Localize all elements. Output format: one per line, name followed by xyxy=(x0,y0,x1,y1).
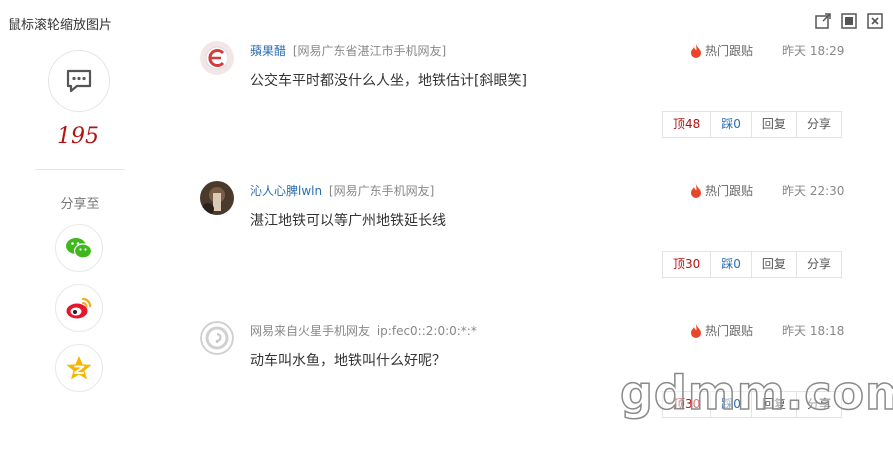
wechat-icon xyxy=(66,238,93,259)
comment-item: 蘋果醋 [网易广东省湛江市手机网友] 热门跟贴 昨天 18:29 公交车平时都没… xyxy=(200,41,845,181)
comment-count: 195 xyxy=(57,124,99,149)
reply-button[interactable]: 回复 xyxy=(751,252,797,277)
default-avatar-icon[interactable] xyxy=(200,321,234,355)
divider xyxy=(35,169,125,170)
reply-button[interactable]: 回复 xyxy=(751,392,797,417)
share-qzone-button[interactable] xyxy=(55,344,103,392)
weibo-icon xyxy=(66,297,92,319)
comment-actions: 顶30 踩0 回复 分享 xyxy=(662,251,842,278)
upvote-button[interactable]: 顶48 xyxy=(663,112,712,137)
flame-icon xyxy=(691,323,701,338)
hot-badge: 热门跟贴 xyxy=(690,182,753,199)
user-location: [网易广东省湛江市手机网友] xyxy=(292,44,447,58)
share-button[interactable]: 分享 xyxy=(796,392,841,417)
user-location: [网易广东手机网友] xyxy=(328,184,435,198)
comment-text: 湛江地铁可以等广州地铁延长线 xyxy=(250,213,446,229)
flame-icon xyxy=(691,43,701,58)
hot-label: 热门跟贴 xyxy=(705,324,754,338)
share-button[interactable]: 分享 xyxy=(796,252,841,277)
close-icon[interactable] xyxy=(866,12,884,30)
user-location: ip:fec0::2:0:0:*:* xyxy=(376,324,477,338)
qzone-icon xyxy=(66,356,92,380)
external-link-icon[interactable] xyxy=(814,12,832,30)
share-button[interactable]: 分享 xyxy=(796,112,841,137)
comment-meta: 网易来自火星手机网友 ip:fec0::2:0:0:*:* xyxy=(250,322,477,339)
share-wechat-button[interactable] xyxy=(55,224,103,272)
reply-button[interactable]: 回复 xyxy=(751,112,797,137)
upvote-button[interactable]: 顶30 xyxy=(663,252,712,277)
comment-text: 公交车平时都没什么人坐，地铁估计[斜眼笑] xyxy=(250,73,527,89)
downvote-button[interactable]: 踩0 xyxy=(711,112,752,137)
username-link[interactable]: 蘋果醋 xyxy=(250,44,286,58)
comment-item: 网易来自火星手机网友 ip:fec0::2:0:0:*:* 热门跟贴 昨天 18… xyxy=(200,321,845,453)
downvote-button[interactable]: 踩0 xyxy=(711,252,752,277)
downvote-button[interactable]: 踩0 xyxy=(711,392,752,417)
comment-time: 昨天 18:29 xyxy=(782,44,845,58)
comment-item: 沁人心脾lwln [网易广东手机网友] 热门跟贴 昨天 22:30 湛江地铁可以… xyxy=(200,181,845,321)
username-label: 网易来自火星手机网友 xyxy=(250,324,371,338)
comment-time: 昨天 18:18 xyxy=(782,324,845,338)
share-label: 分享至 xyxy=(60,197,100,212)
comment-actions: 顶48 踩0 回复 分享 xyxy=(662,111,842,138)
fullscreen-icon[interactable] xyxy=(840,12,858,30)
hot-badge: 热门跟贴 xyxy=(690,42,753,59)
comment-actions: 顶30 踩0 回复 分享 xyxy=(662,391,842,418)
hot-label: 热门跟贴 xyxy=(705,44,754,58)
flame-icon xyxy=(691,183,701,198)
upvote-button[interactable]: 顶30 xyxy=(663,392,712,417)
chat-bubble-icon xyxy=(66,69,92,93)
comment-text: 动车叫水鱼，地铁叫什么好呢？ xyxy=(250,353,446,369)
avatar[interactable] xyxy=(200,41,234,75)
comment-meta: 蘋果醋 [网易广东省湛江市手机网友] xyxy=(250,42,446,59)
window-controls xyxy=(814,12,884,30)
share-weibo-button[interactable] xyxy=(55,284,103,332)
zoom-hint: 鼠标滚轮缩放图片 xyxy=(8,18,113,33)
comment-time: 昨天 22:30 xyxy=(782,184,845,198)
username-link[interactable]: 沁人心脾lwln xyxy=(250,184,322,198)
comments-button[interactable] xyxy=(48,50,110,112)
hot-badge: 热门跟贴 xyxy=(690,322,753,339)
hot-label: 热门跟贴 xyxy=(705,184,754,198)
comment-meta: 沁人心脾lwln [网易广东手机网友] xyxy=(250,182,434,199)
avatar[interactable] xyxy=(200,181,234,215)
